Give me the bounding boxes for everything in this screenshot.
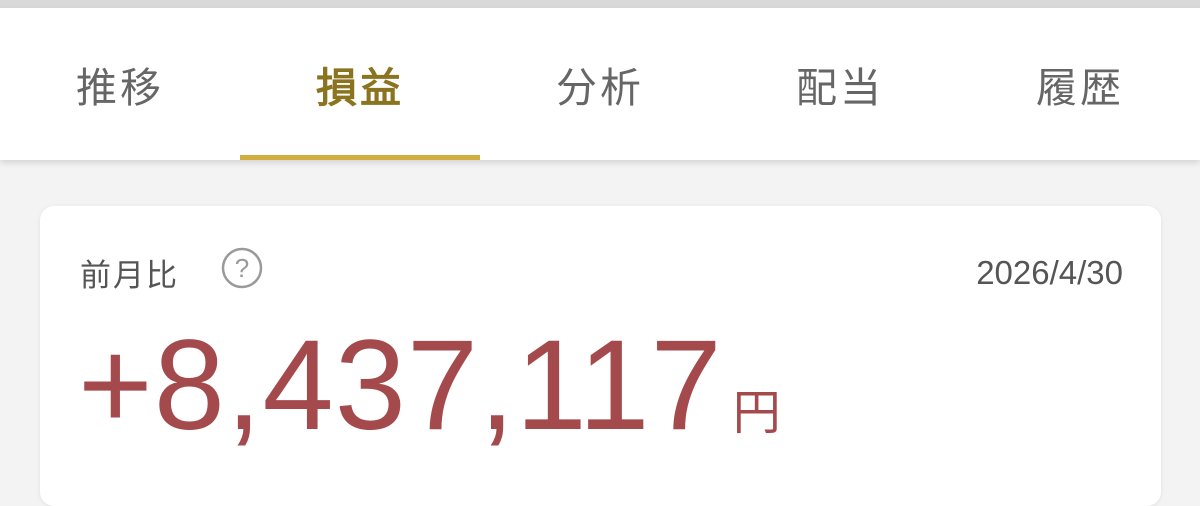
tab-label: 配当 <box>796 64 884 112</box>
active-tab-indicator <box>240 155 480 160</box>
tab-history[interactable]: 履歴 <box>960 8 1200 160</box>
tab-label: 分析 <box>556 64 644 112</box>
tab-dividends[interactable]: 配当 <box>720 8 960 160</box>
currency-unit: 円 <box>732 387 781 440</box>
question-circle-icon[interactable]: ? <box>220 246 264 290</box>
tab-label: 推移 <box>76 64 164 112</box>
amount-value: +8,437,117 <box>78 314 723 457</box>
top-edge-divider <box>0 0 1200 8</box>
tab-bar: 推移 損益 分析 配当 履歴 <box>0 8 1200 160</box>
svg-text:?: ? <box>235 253 249 283</box>
tab-label: 履歴 <box>1036 64 1124 112</box>
tab-profit-loss[interactable]: 損益 <box>240 8 480 160</box>
tab-label: 損益 <box>316 64 404 112</box>
tab-trend[interactable]: 推移 <box>0 8 240 160</box>
month-over-month-label: 前月比 <box>80 258 179 294</box>
summary-card: 前月比 ? 2026/4/30 +8,437,117 円 <box>40 206 1161 506</box>
tab-analysis[interactable]: 分析 <box>480 8 720 160</box>
change-amount: +8,437,117 円 <box>78 316 781 456</box>
as-of-date: 2026/4/30 <box>976 254 1123 291</box>
